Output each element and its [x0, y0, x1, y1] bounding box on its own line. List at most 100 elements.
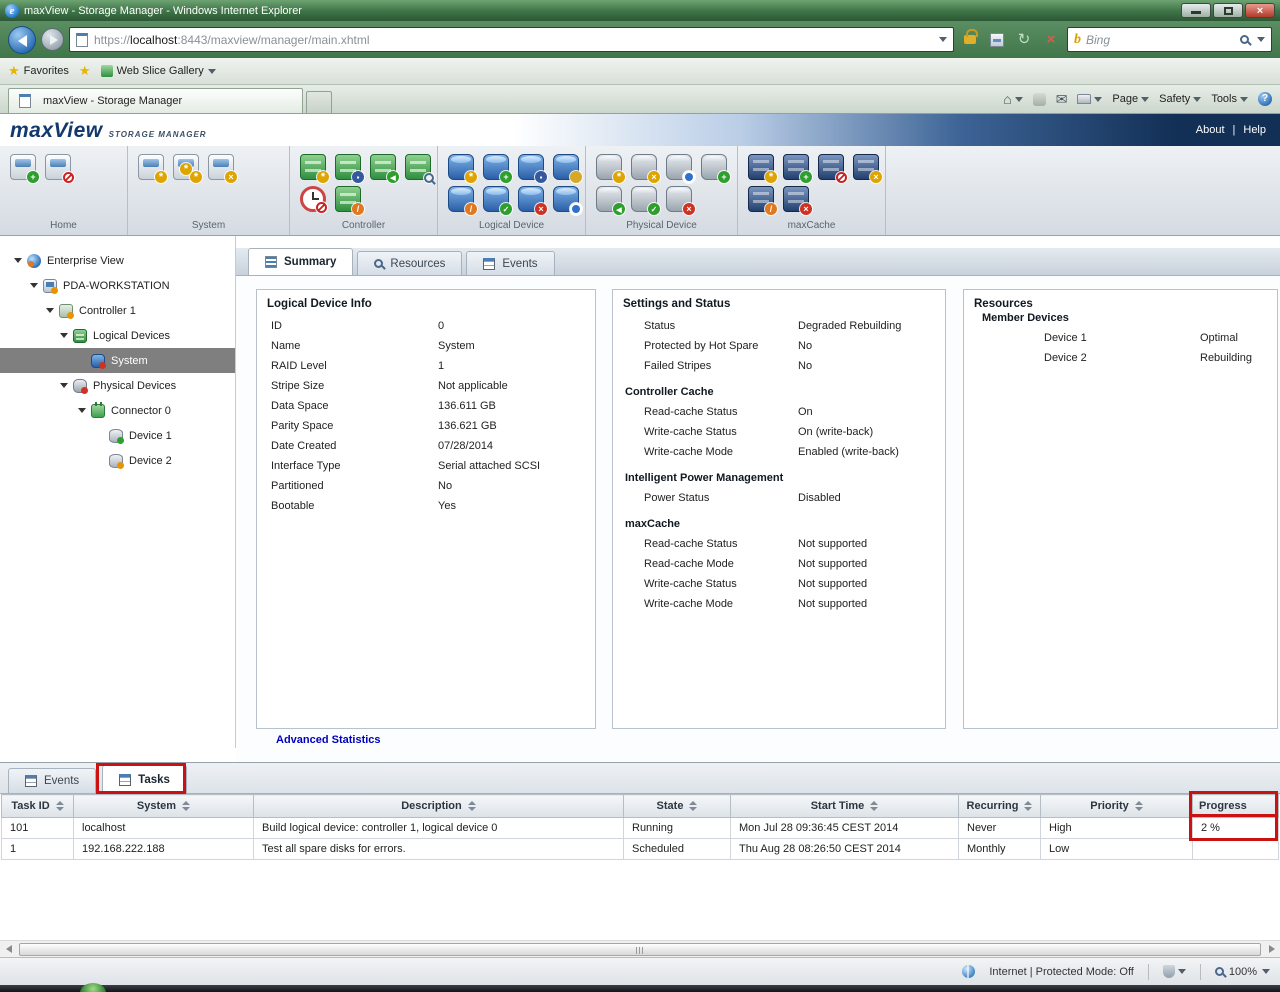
col-description[interactable]: Description — [254, 795, 624, 818]
address-field[interactable]: https://localhost:8443/maxview/manager/m… — [69, 27, 954, 52]
help-link[interactable]: Help — [1243, 124, 1266, 136]
favorites-button[interactable]: ★ Favorites — [8, 63, 69, 79]
web-slice-gallery-button[interactable]: Web Slice Gallery — [101, 65, 216, 77]
collapse-arrow-icon[interactable] — [14, 258, 22, 263]
physical-schedule-icon[interactable] — [666, 154, 692, 180]
search-icon[interactable] — [1240, 35, 1249, 44]
about-link[interactable]: About — [1196, 124, 1225, 136]
remove-system-icon[interactable] — [45, 154, 71, 180]
read-mail-icon[interactable]: ✉ — [1056, 92, 1068, 106]
tab-events[interactable]: Events — [466, 251, 554, 275]
sort-icon[interactable] — [182, 801, 190, 811]
logical-add-icon[interactable] — [483, 154, 509, 180]
logical-delete-icon[interactable] — [518, 186, 544, 212]
tab-tasks[interactable]: Tasks — [102, 765, 187, 793]
sort-icon[interactable] — [870, 801, 878, 811]
physical-delete-icon[interactable] — [666, 186, 692, 212]
search-input[interactable]: b Bing — [1067, 27, 1272, 52]
maxcache-edit-icon[interactable] — [748, 186, 774, 212]
search-dropdown-icon[interactable] — [1257, 37, 1265, 42]
tree-item-enterprise-view[interactable]: Enterprise View — [0, 248, 235, 273]
sort-icon[interactable] — [56, 801, 64, 811]
system-config-error-icon[interactable] — [208, 154, 234, 180]
tab-resources[interactable]: Resources — [357, 251, 462, 275]
refresh-icon[interactable]: ↻ — [1013, 29, 1035, 51]
physical-verify-icon[interactable] — [631, 186, 657, 212]
controller-settings-icon[interactable] — [300, 154, 326, 180]
logical-edit-icon[interactable] — [448, 186, 474, 212]
security-lock-icon[interactable] — [959, 29, 981, 51]
new-tab-button[interactable] — [306, 91, 332, 113]
controller-schedule-disabled-icon[interactable] — [300, 186, 326, 212]
col-recurring[interactable]: Recurring — [959, 795, 1041, 818]
maximize-button[interactable] — [1213, 3, 1243, 18]
maxcache-disable-icon[interactable] — [818, 154, 844, 180]
sort-icon[interactable] — [468, 801, 476, 811]
tree-item-device-2[interactable]: Device 2 — [0, 448, 235, 473]
horizontal-scrollbar[interactable] — [0, 940, 1280, 957]
print-button[interactable] — [1077, 94, 1102, 104]
sort-icon[interactable] — [689, 801, 697, 811]
tab-summary[interactable]: Summary — [248, 248, 353, 275]
site-actions-button[interactable] — [1163, 965, 1186, 978]
sort-icon[interactable] — [1135, 801, 1143, 811]
close-button[interactable]: × — [1245, 3, 1275, 18]
add-system-icon[interactable] — [10, 154, 36, 180]
controller-flash-icon[interactable] — [335, 186, 361, 212]
controller-scan-icon[interactable] — [405, 154, 431, 180]
page-menu[interactable]: Page — [1112, 93, 1149, 105]
col-system[interactable]: System — [74, 795, 254, 818]
physical-locate-icon[interactable] — [596, 186, 622, 212]
advanced-statistics-link[interactable]: Advanced Statistics — [276, 734, 381, 746]
feeds-icon[interactable] — [1033, 93, 1046, 106]
minimize-button[interactable] — [1181, 3, 1211, 18]
tree-item-connector-0[interactable]: Connector 0 — [0, 398, 235, 423]
col-state[interactable]: State — [624, 795, 731, 818]
maxcache-add-icon[interactable] — [783, 154, 809, 180]
stop-icon[interactable]: × — [1040, 29, 1062, 51]
system-settings-icon[interactable] — [138, 154, 164, 180]
logical-lock-icon[interactable] — [553, 154, 579, 180]
help-icon[interactable]: ? — [1258, 92, 1272, 106]
scrollbar-thumb[interactable] — [19, 943, 1261, 956]
logical-settings-icon[interactable] — [448, 154, 474, 180]
zoom-control[interactable]: 100% — [1215, 966, 1270, 978]
tree-item-physical-devices[interactable]: Physical Devices — [0, 373, 235, 398]
forward-button[interactable] — [41, 28, 64, 51]
logical-migrate-icon[interactable] — [518, 154, 544, 180]
logical-schedule-icon[interactable] — [553, 186, 579, 212]
collapse-arrow-icon[interactable] — [30, 283, 38, 288]
back-button[interactable] — [8, 26, 36, 54]
scroll-left-icon[interactable] — [0, 941, 17, 958]
tools-menu[interactable]: Tools — [1211, 93, 1248, 105]
physical-add-icon[interactable] — [701, 154, 727, 180]
tab-events-bottom[interactable]: Events — [8, 768, 96, 793]
table-row[interactable]: 1 192.168.222.188 Test all spare disks f… — [2, 839, 1279, 860]
col-priority[interactable]: Priority — [1041, 795, 1193, 818]
physical-settings-icon[interactable] — [596, 154, 622, 180]
collapse-arrow-icon[interactable] — [60, 383, 68, 388]
maxcache-settings-icon[interactable] — [748, 154, 774, 180]
sort-icon[interactable] — [1024, 801, 1032, 811]
browser-tab[interactable]: maxView - Storage Manager — [8, 88, 303, 113]
add-favorite-button[interactable]: ★ — [79, 63, 91, 79]
tree-item-pda-workstation[interactable]: PDA-WORKSTATION — [0, 273, 235, 298]
tree-item-controller-1[interactable]: Controller 1 — [0, 298, 235, 323]
maxcache-delete-icon[interactable] — [783, 186, 809, 212]
maxcache-info-icon[interactable] — [853, 154, 879, 180]
collapse-arrow-icon[interactable] — [78, 408, 86, 413]
controller-save-icon[interactable] — [335, 154, 361, 180]
home-button[interactable]: ⌂ — [1003, 92, 1022, 106]
address-dropdown-icon[interactable] — [939, 37, 947, 42]
scroll-right-icon[interactable] — [1263, 941, 1280, 958]
safety-menu[interactable]: Safety — [1159, 93, 1201, 105]
logical-verify-icon[interactable] — [483, 186, 509, 212]
col-task-id[interactable]: Task ID — [2, 795, 74, 818]
physical-error-icon[interactable] — [631, 154, 657, 180]
col-progress[interactable]: Progress — [1193, 795, 1279, 818]
compatibility-view-icon[interactable] — [986, 29, 1008, 51]
controller-restore-icon[interactable] — [370, 154, 396, 180]
tree-item-logical-devices[interactable]: Logical Devices — [0, 323, 235, 348]
tree-item-device-1[interactable]: Device 1 — [0, 423, 235, 448]
tree-item-system[interactable]: System — [0, 348, 235, 373]
